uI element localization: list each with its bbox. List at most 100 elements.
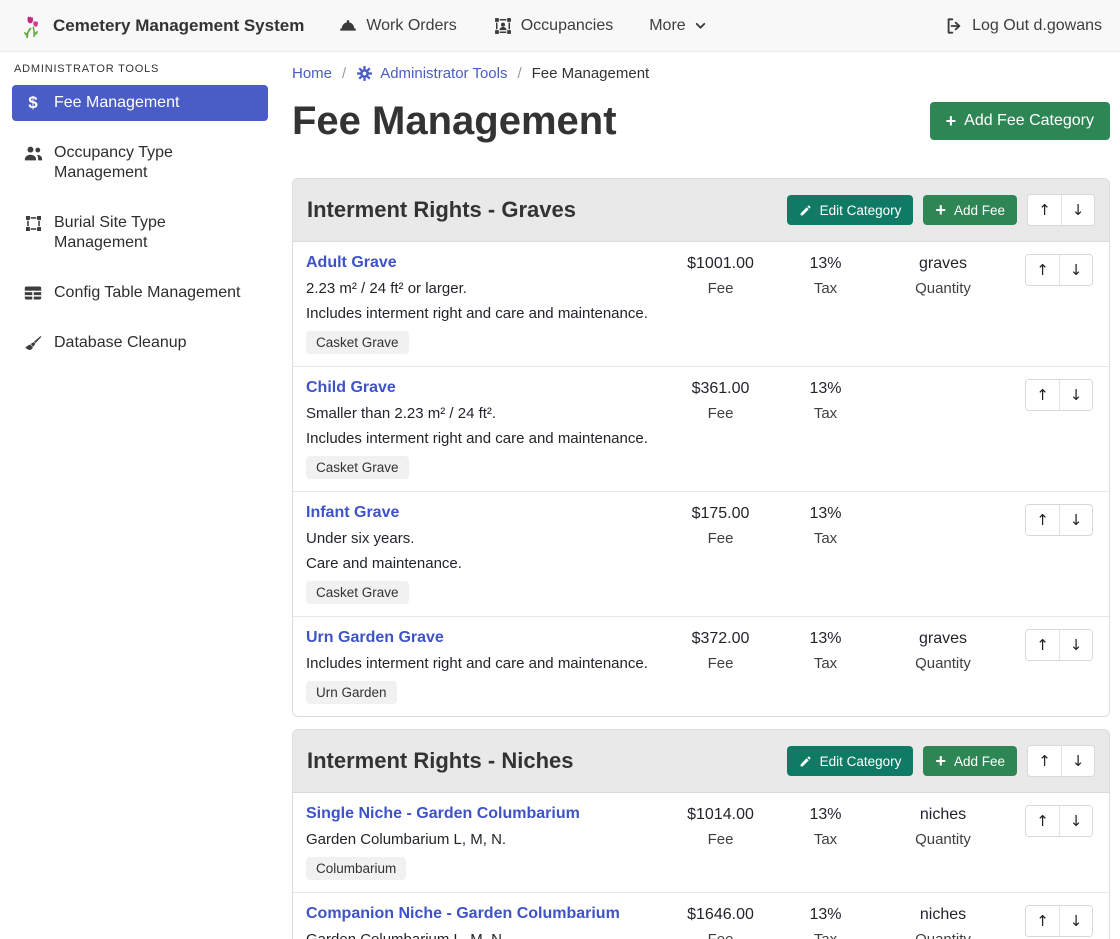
fee-quantity-cell: niches Quantity — [873, 905, 1013, 939]
fee-reorder-controls: ↑ ↓ — [1025, 905, 1093, 937]
main-content: Home / — [280, 52, 1120, 939]
fee-row: Urn Garden Grave Includes interment righ… — [293, 616, 1109, 716]
fee-quantity-label: Quantity — [873, 655, 1013, 672]
move-fee-down-button[interactable]: ↓ — [1059, 380, 1092, 410]
fee-amount: $1646.00 — [663, 906, 778, 924]
category-title: Interment Rights - Graves — [307, 197, 576, 223]
breadcrumb-home-link[interactable]: Home — [292, 65, 332, 82]
fee-category-header: Interment Rights - Graves Edit Category … — [293, 179, 1109, 242]
sidebar-item-label: Fee Management — [54, 93, 179, 113]
fee-quantity: niches — [873, 806, 1013, 824]
logout-button[interactable]: Log Out d.gowans — [944, 16, 1102, 36]
nav-work-orders-label: Work Orders — [366, 17, 456, 35]
move-category-down-button[interactable]: ↓ — [1061, 746, 1094, 776]
plus-icon: + — [935, 201, 946, 219]
breadcrumb: Home / — [292, 65, 1110, 82]
sidebar-item-occupancy-type[interactable]: Occupancy Type Management — [12, 135, 268, 191]
fee-category-card: Interment Rights - Graves Edit Category … — [292, 178, 1110, 717]
sidebar-item-burial-site-type[interactable]: Burial Site Type Management — [12, 205, 268, 261]
fee-amount-label: Fee — [663, 655, 778, 672]
edit-category-label: Edit Category — [820, 203, 902, 218]
move-fee-down-button[interactable]: ↓ — [1059, 906, 1092, 936]
breadcrumb-separator: / — [517, 65, 521, 82]
add-fee-button[interactable]: + Add Fee — [923, 746, 1017, 776]
users-icon — [22, 143, 44, 163]
move-fee-down-button[interactable]: ↓ — [1059, 630, 1092, 660]
add-fee-label: Add Fee — [954, 203, 1005, 218]
fee-category-header: Interment Rights - Niches Edit Category … — [293, 730, 1109, 793]
fee-reorder-controls: ↑ ↓ — [1025, 629, 1093, 661]
fee-row: Single Niche - Garden Columbarium Garden… — [293, 793, 1109, 892]
nav-more[interactable]: More — [649, 17, 706, 35]
move-fee-up-button[interactable]: ↑ — [1026, 806, 1059, 836]
move-category-up-button[interactable]: ↑ — [1028, 195, 1061, 225]
fee-amount-cell: $361.00 Fee — [663, 379, 778, 479]
edit-category-label: Edit Category — [820, 754, 902, 769]
move-fee-down-button[interactable]: ↓ — [1059, 255, 1092, 285]
move-fee-down-button[interactable]: ↓ — [1059, 505, 1092, 535]
page-title: Fee Management — [292, 94, 617, 148]
fee-reorder-controls: ↑ ↓ — [1025, 805, 1093, 837]
logout-label: Log Out d.gowans — [972, 17, 1102, 35]
move-fee-down-button[interactable]: ↓ — [1059, 806, 1092, 836]
fee-tag-badge: Casket Grave — [306, 331, 409, 354]
nav-more-label: More — [649, 17, 685, 35]
fee-tag-badge: Urn Garden — [306, 681, 397, 704]
fee-tax: 13% — [778, 505, 873, 523]
fee-amount-cell: $1001.00 Fee — [663, 254, 778, 354]
move-fee-up-button[interactable]: ↑ — [1026, 505, 1059, 535]
fee-name-link[interactable]: Single Niche - Garden Columbarium — [306, 805, 580, 823]
move-fee-up-button[interactable]: ↑ — [1026, 380, 1059, 410]
breadcrumb-separator: / — [342, 65, 346, 82]
fee-row: Child Grave Smaller than 2.23 m² / 24 ft… — [293, 366, 1109, 491]
sidebar-item-config-table[interactable]: Config Table Management — [12, 275, 268, 311]
sidebar-item-label: Config Table Management — [54, 283, 241, 303]
logout-icon — [944, 16, 964, 36]
edit-category-button[interactable]: Edit Category — [787, 195, 914, 225]
fee-tax-cell: 13% Tax — [778, 379, 873, 479]
fee-amount-label: Fee — [663, 280, 778, 297]
gear-icon — [356, 65, 373, 82]
occupancy-frame-icon — [493, 16, 513, 36]
fee-tax-label: Tax — [778, 280, 873, 297]
move-fee-up-button[interactable]: ↑ — [1026, 906, 1059, 936]
move-fee-up-button[interactable]: ↑ — [1026, 255, 1059, 285]
fee-tag-badge: Casket Grave — [306, 456, 409, 479]
fee-amount-label: Fee — [663, 831, 778, 848]
add-fee-category-button[interactable]: + Add Fee Category — [930, 102, 1110, 140]
fee-reorder-controls: ↑ ↓ — [1025, 379, 1093, 411]
fee-amount: $372.00 — [663, 630, 778, 648]
edit-category-button[interactable]: Edit Category — [787, 746, 914, 776]
fee-quantity: niches — [873, 906, 1013, 924]
sidebar-item-fee-management[interactable]: $ Fee Management — [12, 85, 268, 121]
fee-tax-cell: 13% Tax — [778, 254, 873, 354]
fee-name-link[interactable]: Child Grave — [306, 379, 396, 397]
fee-name-link[interactable]: Adult Grave — [306, 254, 397, 272]
dollar-icon: $ — [22, 93, 44, 113]
nav-occupancies[interactable]: Occupancies — [493, 16, 614, 36]
fee-amount: $1014.00 — [663, 806, 778, 824]
add-fee-button[interactable]: + Add Fee — [923, 195, 1017, 225]
fee-name-link[interactable]: Infant Grave — [306, 504, 399, 522]
breadcrumb-admin-tools-link[interactable]: Administrator Tools — [356, 65, 507, 82]
breadcrumb-current: Fee Management — [532, 65, 650, 82]
move-category-down-button[interactable]: ↓ — [1061, 195, 1094, 225]
sidebar-item-database-cleanup[interactable]: Database Cleanup — [12, 325, 268, 361]
nav-work-orders[interactable]: Work Orders — [338, 16, 456, 36]
fee-quantity-cell: graves Quantity — [873, 629, 1013, 704]
sidebar-heading: ADMINISTRATOR TOOLS — [0, 63, 280, 85]
table-icon — [22, 283, 44, 303]
fee-tax-label: Tax — [778, 530, 873, 547]
fee-quantity-label: Quantity — [873, 931, 1013, 939]
pencil-icon — [799, 755, 812, 768]
fee-amount-label: Fee — [663, 931, 778, 939]
fee-description: 2.23 m² / 24 ft² or larger. — [306, 280, 663, 297]
fee-name-link[interactable]: Urn Garden Grave — [306, 629, 444, 647]
fee-amount-label: Fee — [663, 530, 778, 547]
move-category-up-button[interactable]: ↑ — [1028, 746, 1061, 776]
move-fee-up-button[interactable]: ↑ — [1026, 630, 1059, 660]
fee-quantity: graves — [873, 630, 1013, 648]
app-brand: Cemetery Management System — [18, 13, 304, 39]
fee-name-link[interactable]: Companion Niche - Garden Columbarium — [306, 905, 620, 923]
fee-amount-label: Fee — [663, 405, 778, 422]
